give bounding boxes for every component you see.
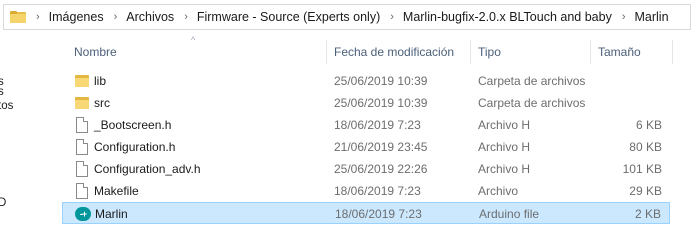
file-date: 25/06/2019 10:39 <box>334 96 428 110</box>
column-divider[interactable] <box>470 40 471 64</box>
file-name: Marlin <box>95 207 128 221</box>
file-size: 29 KB <box>629 184 662 198</box>
chevron-right-icon[interactable]: › <box>114 11 118 23</box>
column-divider[interactable] <box>326 40 327 64</box>
file-date: 25/06/2019 22:26 <box>334 162 428 176</box>
file-type: Archivo H <box>478 162 531 176</box>
breadcrumb-item-imagenes[interactable]: Imágenes <box>49 10 104 24</box>
column-name[interactable]: Nombre <box>74 38 117 66</box>
folder-icon <box>74 95 90 111</box>
column-date[interactable]: Fecha de modificación <box>334 38 454 66</box>
document-icon <box>74 139 90 155</box>
breadcrumb-item-marlin-bugfix[interactable]: Marlin-bugfix-2.0.x BLTouch and baby <box>403 10 612 24</box>
column-size[interactable]: Tamaño <box>598 38 641 66</box>
sort-ascending-icon: ^ <box>191 35 196 45</box>
file-date: 21/06/2019 23:45 <box>334 140 428 154</box>
breadcrumb-item-firmware[interactable]: Firmware - Source (Experts only) <box>197 10 380 24</box>
document-icon <box>74 161 90 177</box>
chevron-right-icon[interactable]: › <box>184 11 188 23</box>
file-row[interactable]: _Bootscreen.h 18/06/2019 7:23 Archivo H … <box>62 114 670 136</box>
file-type: Carpeta de archivos <box>478 96 586 110</box>
column-type[interactable]: Tipo <box>478 38 501 66</box>
breadcrumb-item-archivos[interactable]: Archivos <box>126 10 174 24</box>
file-type: Archivo H <box>478 140 531 154</box>
column-header: ^ Nombre Fecha de modificación Tipo Tama… <box>62 35 692 66</box>
file-size: 101 KB <box>622 162 662 176</box>
file-row[interactable]: lib 25/06/2019 10:39 Carpeta de archivos <box>62 70 670 92</box>
file-date: 18/06/2019 7:23 <box>334 184 421 198</box>
nav-item[interactable]: D <box>0 197 6 209</box>
file-size: 6 KB <box>635 118 662 132</box>
document-icon <box>74 183 90 199</box>
file-date: 18/06/2019 7:23 <box>335 207 422 221</box>
file-type: Carpeta de archivos <box>478 74 586 88</box>
file-type: Archivo <box>478 184 519 198</box>
nav-item[interactable]: tos <box>0 100 13 112</box>
address-bar: › Imágenes › Archivos › Firmware - Sourc… <box>0 0 692 34</box>
file-size: 80 KB <box>629 140 662 154</box>
file-type: Archivo H <box>478 118 531 132</box>
document-icon <box>74 117 90 133</box>
folder-icon <box>74 73 90 89</box>
file-name: Makefile <box>94 184 139 198</box>
file-name: src <box>94 96 110 110</box>
file-name: Configuration.h <box>94 140 176 154</box>
nav-item[interactable]: s <box>0 76 4 88</box>
column-divider[interactable] <box>590 40 591 64</box>
chevron-right-icon[interactable]: › <box>390 11 394 23</box>
column-divider[interactable] <box>672 40 673 64</box>
chevron-right-icon[interactable]: › <box>36 11 40 23</box>
file-name: Configuration_adv.h <box>94 162 201 176</box>
file-row-selected[interactable]: -+ Marlin 18/06/2019 7:23 Arduino file 2… <box>62 202 670 224</box>
breadcrumb-item-marlin[interactable]: Marlin <box>635 10 669 24</box>
arduino-icon: -+ <box>75 206 91 222</box>
folder-icon <box>10 11 26 23</box>
chevron-right-icon[interactable]: › <box>622 11 626 23</box>
file-size: 2 KB <box>634 207 661 221</box>
address-box[interactable]: › Imágenes › Archivos › Firmware - Sourc… <box>3 4 691 30</box>
file-row[interactable]: Makefile 18/06/2019 7:23 Archivo 29 KB <box>62 180 670 202</box>
file-type: Arduino file <box>479 207 540 221</box>
file-row[interactable]: src 25/06/2019 10:39 Carpeta de archivos <box>62 92 670 114</box>
file-date: 25/06/2019 10:39 <box>334 74 428 88</box>
file-name: _Bootscreen.h <box>94 118 172 132</box>
file-row[interactable]: Configuration_adv.h 25/06/2019 22:26 Arc… <box>62 158 670 180</box>
file-date: 18/06/2019 7:23 <box>334 118 421 132</box>
file-row[interactable]: Configuration.h 21/06/2019 23:45 Archivo… <box>62 136 670 158</box>
navigation-pane: s s tos D <box>0 34 22 232</box>
file-name: lib <box>94 74 107 88</box>
